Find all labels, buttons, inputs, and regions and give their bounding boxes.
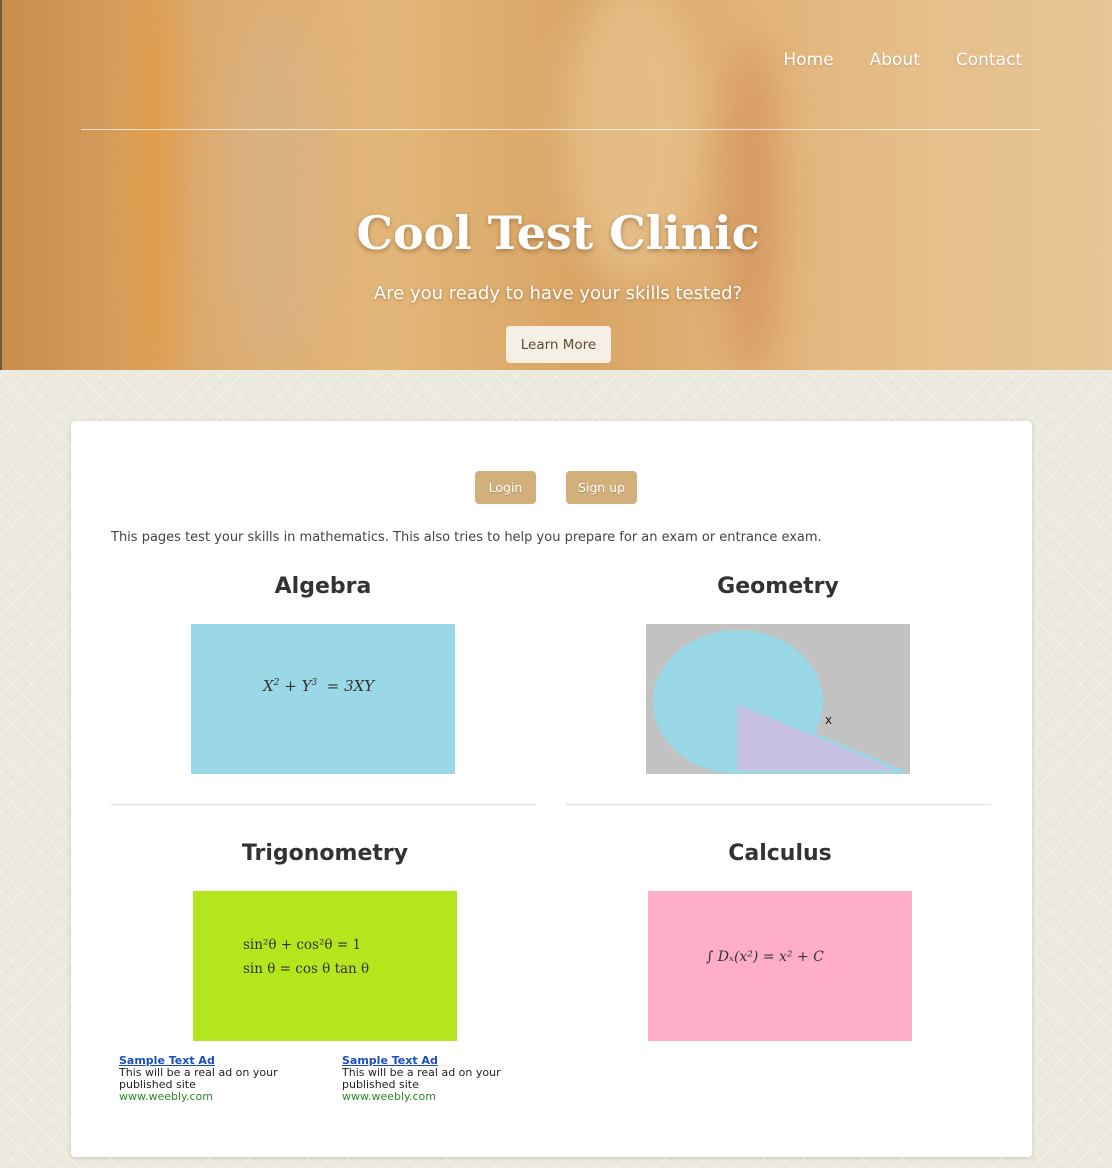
learn-more-button[interactable]: Learn More [506, 326, 611, 363]
section-divider [111, 804, 536, 805]
ad-url-link[interactable]: www.weebly.com [119, 1091, 319, 1103]
trigonometry-image[interactable]: sin²θ + cos²θ = 1 sin θ = cos θ tan θ [193, 891, 457, 1041]
nav-about-link[interactable]: About [870, 50, 920, 70]
site-title: Cool Test Clinic [356, 206, 760, 260]
geometry-diagram: x [653, 630, 905, 774]
trigonometry-heading: Trigonometry [241, 841, 409, 866]
wheat-ear-decoration [222, 10, 332, 370]
site-subtitle: Are you ready to have your skills tested… [373, 283, 743, 304]
calculus-image[interactable]: ∫ Dₓ(x²) = x² + C [648, 891, 912, 1041]
algebra-heading: Algebra [274, 574, 372, 599]
ad-body: This will be a real ad on your published… [119, 1066, 278, 1091]
section-divider [566, 804, 991, 805]
ad-body: This will be a real ad on your published… [342, 1066, 501, 1091]
nav-home-link[interactable]: Home [783, 50, 833, 70]
text-ad: Sample Text Ad This will be a real ad on… [119, 1055, 319, 1103]
trig-identity-2: sin θ = cos θ tan θ [243, 961, 370, 977]
calculus-heading: Calculus [728, 841, 832, 866]
hero-divider [81, 129, 1041, 130]
wheat-stalk-decoration [722, 40, 782, 370]
trig-identity-1: sin²θ + cos²θ = 1 [243, 937, 362, 953]
algebra-formula: X2 + Y3 = 3XY [263, 677, 375, 695]
login-button[interactable]: Login [475, 471, 536, 504]
nav-contact-link[interactable]: Contact [956, 50, 1022, 70]
text-ad: Sample Text Ad This will be a real ad on… [342, 1055, 542, 1103]
algebra-image[interactable]: X2 + Y3 = 3XY [191, 624, 455, 774]
calculus-formula: ∫ Dₓ(x²) = x² + C [706, 949, 824, 965]
wheat-stalk-decoration [132, 0, 172, 370]
geometry-heading: Geometry [717, 574, 839, 599]
main-nav: Home About Contact [783, 50, 1022, 70]
signup-button[interactable]: Sign up [566, 471, 637, 504]
side-label-x: x [825, 713, 832, 727]
ad-url-link[interactable]: www.weebly.com [342, 1091, 542, 1103]
hero-banner: Home About Contact Cool Test Clinic Are … [0, 0, 1112, 370]
geometry-image[interactable]: x [646, 624, 910, 774]
intro-text: This pages test your skills in mathemati… [111, 530, 822, 545]
